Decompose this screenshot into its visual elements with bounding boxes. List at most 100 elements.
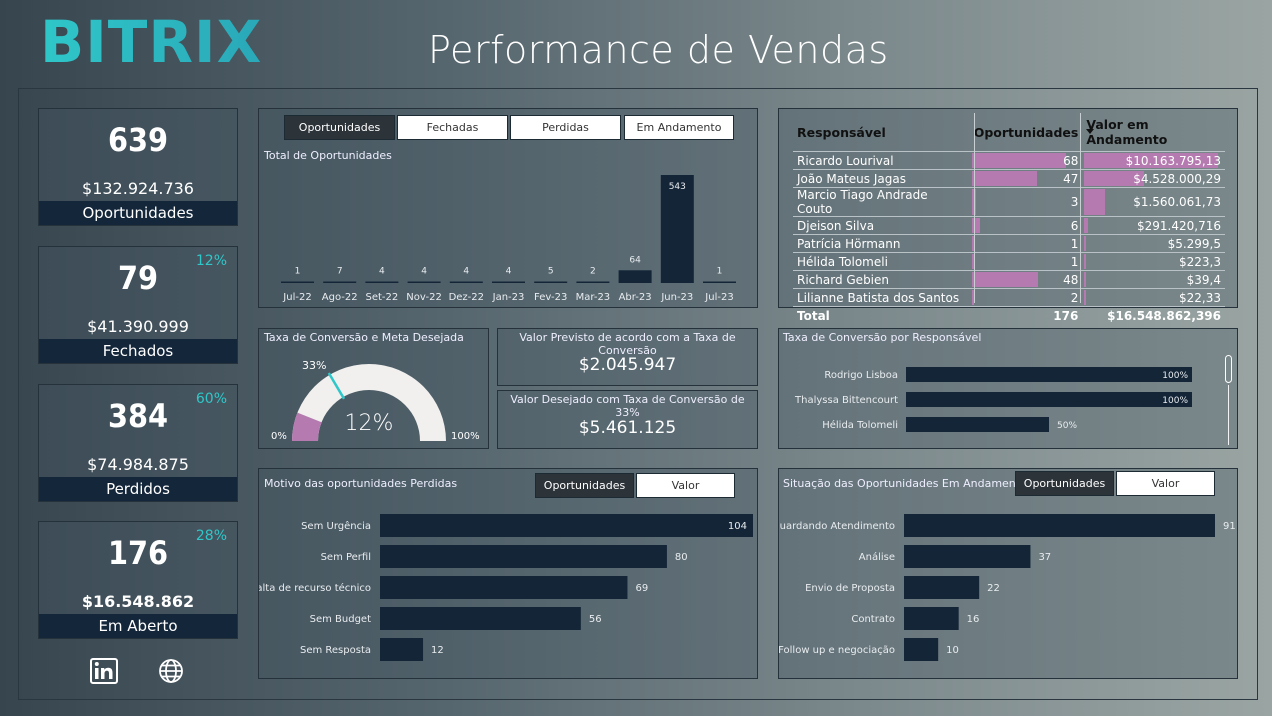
lost-reasons-panel: Motivo das oportunidades Perdidas Oportu… [258,468,758,679]
table-row[interactable]: Marcio Tiago Andrade Couto 3 $1.560.061,73 [793,187,1225,217]
table-row[interactable]: Ricardo Lourival 68 $10.163.795,13 [793,151,1225,170]
data-bar [1084,272,1087,287]
category-label: Envio de Proposta [805,583,895,594]
total-cell: 176 [969,306,1083,325]
bar[interactable] [904,545,1031,568]
cell-valor: $291.420,716 [1082,216,1225,235]
bar-value-label: 7 [337,267,343,277]
column-header-valor[interactable]: Valor em Andamento [1082,113,1225,152]
kpi-label: Fechados [39,339,237,363]
bar[interactable] [904,514,1215,537]
kpi-label: Perdidos [39,477,237,501]
bar[interactable] [380,607,581,630]
predicted-title: Valor Previsto de acordo com a Taxa de C… [519,331,736,357]
bar[interactable] [380,545,667,568]
data-bar [1084,290,1087,305]
bar[interactable] [703,281,736,284]
bar[interactable] [576,281,610,284]
kpi-amount: $41.390.999 [87,317,189,336]
bar-value-label: 50% [1057,421,1077,431]
bar[interactable] [407,281,441,284]
table-row[interactable]: Hélida Tolomeli 1 $223,3 [793,252,1225,271]
data-bar [1084,236,1087,251]
cell-responsavel: Marcio Tiago Andrade Couto [793,187,970,217]
cell-oportunidades: 1 [969,252,1083,271]
conversion-by-responsible-panel: Taxa de Conversão por Responsável Rodrig… [778,328,1238,449]
table-row[interactable]: João Mateus Jagas 47 $4.528.000,29 [793,169,1225,188]
bar-value-label: 80 [675,552,688,563]
cell-oportunidades: 6 [969,216,1083,235]
lost-reasons-chart: Sem Urgência 104 Sem Perfil 80 Falta de recu… [259,514,753,661]
bitrix-logo: BITRIX [40,8,263,76]
bar[interactable] [534,281,568,284]
cell-oportunidades: 68 [969,151,1083,170]
x-tick-label: Dez-22 [449,292,484,303]
bar-value-label: 56 [589,614,602,625]
table-row[interactable]: Lilianne Batista dos Santos 2 $22,33 [793,288,1225,307]
bar-value-label: 1 [717,267,723,277]
predicted-value-card: Valor Previsto de acordo com a Taxa de C… [497,328,758,386]
x-tick-label: Mar-23 [576,292,611,303]
cell-value: $4.528.000,29 [1133,171,1221,186]
category-label: Thalyssa Bittencourt [794,395,898,406]
column-header-oportunidades[interactable]: Oportunidades [970,113,1083,152]
bar-value-label: 100% [1162,371,1188,381]
bar[interactable] [449,281,483,284]
gauge-max-label: 100% [451,431,480,442]
cell-value: 68 [1063,153,1079,168]
table-row[interactable]: Djeison Silva 6 $291.420,716 [793,216,1225,235]
bar[interactable] [365,281,399,284]
column-header-responsavel[interactable]: Responsável [793,113,970,152]
globe-icon[interactable] [158,658,184,684]
sort-desc-icon[interactable] [1086,129,1094,134]
total-cell: $16.548.862,396 [1082,306,1225,325]
bar-value-label: 91 [1223,521,1236,532]
in-progress-chart: Aguardando Atendimento 91 Análise 37 Envio d… [779,514,1236,661]
linkedin-icon[interactable] [90,658,118,684]
kpi-count: 176 [107,534,169,572]
bar[interactable] [380,514,753,537]
bar[interactable] [323,281,357,284]
cell-value: 48 [1063,272,1079,287]
desired-value: $5.461.125 [578,418,677,438]
cell-value: 3 [1070,195,1079,209]
table-row[interactable]: Richard Gebien 48 $39,4 [793,270,1225,289]
bar[interactable] [906,392,1192,407]
category-label: Aguardando Atendimento [779,521,895,532]
kpi-count: 384 [107,397,169,435]
desired-value-card: Valor Desejado com Taxa de Conversão de … [497,390,758,449]
cell-value: $1.560.061,73 [1133,195,1221,209]
bar[interactable] [904,607,959,630]
kpi-count: 79 [117,259,159,297]
cell-value: 47 [1063,171,1079,186]
conversion-gauge-panel: Taxa de Conversão e Meta Desejada 33% 0%… [258,328,489,449]
kpi-card-em-aberto: 28% 176 $16.548.862 Em Aberto [38,521,238,639]
bar[interactable] [281,281,314,284]
scrollbar-thumb[interactable] [1225,355,1232,383]
bar[interactable] [380,638,424,661]
opportunities-chart-panel: Oportunidades Fechadas Perdidas Em Andam… [258,108,758,308]
cell-valor: $22,33 [1082,288,1225,307]
bar[interactable] [906,367,1192,382]
bar[interactable] [906,417,1049,432]
bar[interactable] [904,638,939,661]
cell-value: $291.420,716 [1137,218,1221,233]
kpi-amount: $16.548.862 [81,592,195,611]
table-row[interactable]: Patrícia Hörmann 1 $5.299,5 [793,234,1225,253]
data-bar [971,153,1066,168]
cell-responsavel: Djeison Silva [793,216,970,235]
cell-valor: $5.299,5 [1082,234,1225,253]
bar[interactable] [380,576,628,599]
cell-value: 1 [1070,254,1079,269]
cell-value: 2 [1070,290,1079,305]
bar-value-label: 543 [669,182,686,192]
column-divider [974,113,975,303]
bar-value-label: 22 [987,583,1000,594]
scrollbar-track[interactable] [1228,385,1229,445]
category-label: Análise [859,551,895,563]
x-tick-label: Ago-22 [322,292,358,303]
bar[interactable] [618,270,652,283]
gauge-target-label: 33% [302,359,327,372]
bar[interactable] [492,281,525,284]
bar[interactable] [904,576,980,599]
